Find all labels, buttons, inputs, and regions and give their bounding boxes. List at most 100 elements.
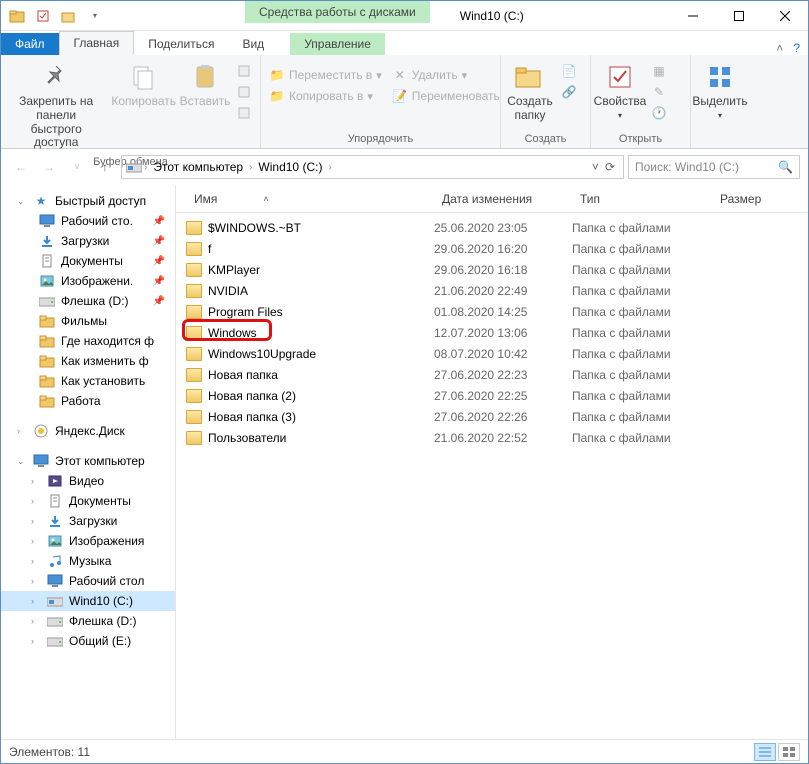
copyto-button[interactable]: 📁Копировать в ▾ (265, 86, 386, 106)
address-field[interactable]: › Этот компьютер › Wind10 (C:) › ˅ ⟳ (121, 155, 624, 179)
folder-icon (39, 313, 55, 329)
nav-quickaccess[interactable]: ⌄ ★ Быстрый доступ (1, 191, 175, 211)
open-sm3[interactable]: 🕐 (647, 103, 671, 123)
sidebar-item[interactable]: Работа (1, 391, 175, 411)
column-headers: Имя˄ Дата изменения Тип Размер (176, 185, 808, 213)
close-button[interactable] (762, 1, 808, 30)
properties-qat-icon[interactable] (33, 6, 53, 26)
tab-share[interactable]: Поделиться (134, 33, 228, 55)
file-row[interactable]: Новая папка (2)27.06.2020 22:25Папка с ф… (176, 385, 808, 406)
sidebar-item[interactable]: ›Документы (1, 491, 175, 511)
sidebar-item[interactable]: ›Wind10 (C:) (1, 591, 175, 611)
file-row[interactable]: KMPlayer29.06.2020 16:18Папка с файлами (176, 259, 808, 280)
newfolder-qat-icon[interactable] (59, 6, 79, 26)
file-row[interactable]: Пользователи21.06.2020 22:52Папка с файл… (176, 427, 808, 448)
qat-dropdown[interactable]: ▾ (85, 6, 105, 26)
sidebar-item[interactable]: Рабочий сто.📌 (1, 211, 175, 231)
rename-button[interactable]: 📝Переименовать (388, 86, 504, 106)
sidebar-item[interactable]: ›Флешка (D:) (1, 611, 175, 631)
nav-up-button[interactable]: ↑ (93, 155, 117, 179)
folder-icon (186, 431, 202, 445)
tab-manage[interactable]: Управление (290, 33, 385, 55)
pin-button[interactable]: Закрепить на панели быстрого доступа (5, 57, 107, 154)
nav-back-button[interactable]: ← (9, 155, 33, 179)
clipboard-sm3[interactable] (232, 103, 256, 123)
sidebar-item[interactable]: Изображени.📌 (1, 271, 175, 291)
new-sm2[interactable]: 🔗 (557, 82, 581, 102)
clipboard-sm1[interactable] (232, 61, 256, 81)
open-sm1[interactable]: ▦ (647, 61, 671, 81)
sidebar-item[interactable]: Как изменить ф (1, 351, 175, 371)
col-type[interactable]: Тип (572, 192, 712, 206)
col-name[interactable]: Имя˄ (186, 192, 434, 206)
paste-icon (189, 61, 221, 93)
properties-button[interactable]: Свойства ▾ (595, 57, 645, 124)
addr-dropdown-icon[interactable]: ˅ (592, 160, 599, 174)
sidebar-item[interactable]: Где находится ф (1, 331, 175, 351)
file-row[interactable]: f29.06.2020 16:20Папка с файлами (176, 238, 808, 259)
search-field[interactable]: Поиск: Wind10 (C:) 🔍 (628, 155, 800, 179)
nav-thispc[interactable]: ⌄ Этот компьютер (1, 451, 175, 471)
caret-icon: › (31, 556, 41, 566)
sidebar-item[interactable]: Фильмы (1, 311, 175, 331)
file-row[interactable]: Program Files01.08.2020 14:25Папка с фай… (176, 301, 808, 322)
folder-icon (186, 368, 202, 382)
paste-button[interactable]: Вставить (180, 57, 230, 113)
tab-home[interactable]: Главная (59, 31, 135, 55)
refresh-icon[interactable]: ⟳ (605, 160, 615, 174)
file-row[interactable]: Новая папка (3)27.06.2020 22:26Папка с ф… (176, 406, 808, 427)
folder-icon (186, 347, 202, 361)
file-row[interactable]: Новая папка27.06.2020 22:23Папка с файла… (176, 364, 808, 385)
nav-yandex[interactable]: › Яндекс.Диск (1, 421, 175, 441)
nav-forward-button[interactable]: → (37, 155, 61, 179)
sidebar-item[interactable]: Документы📌 (1, 251, 175, 271)
sidebar-item[interactable]: ›Рабочий стол (1, 571, 175, 591)
col-date[interactable]: Дата изменения (434, 192, 572, 206)
new-sm1[interactable]: 📄 (557, 61, 581, 81)
sidebar-item-label: Изображени. (61, 274, 133, 288)
copy-button[interactable]: Копировать (109, 57, 178, 113)
drive-icon (47, 633, 63, 649)
breadcrumb-caret[interactable]: › (328, 162, 331, 173)
nav-recent-button[interactable]: ˅ (65, 155, 89, 179)
sidebar-item-label: Где находится ф (61, 334, 154, 348)
help-icon[interactable]: ? (793, 41, 800, 55)
sidebar-item[interactable]: ›Видео (1, 471, 175, 491)
ribbon-collapse-icon[interactable]: ˄ (776, 41, 783, 55)
sidebar-item[interactable]: ›Музыка (1, 551, 175, 571)
view-icons-button[interactable] (778, 743, 800, 761)
folder-icon (186, 389, 202, 403)
clipboard-sm2[interactable] (232, 82, 256, 102)
delete-button[interactable]: ✕Удалить ▾ (388, 65, 504, 85)
tab-file[interactable]: Файл (1, 33, 59, 55)
sidebar-item-label: Рабочий стол (69, 574, 144, 588)
file-row[interactable]: $WINDOWS.~BT25.06.2020 23:05Папка с файл… (176, 217, 808, 238)
select-button[interactable]: Выделить ▾ (695, 57, 745, 124)
file-name: Program Files (208, 305, 283, 319)
col-size[interactable]: Размер (712, 192, 792, 206)
file-type: Папка с файлами (572, 368, 712, 382)
file-row[interactable]: NVIDIA21.06.2020 22:49Папка с файлами (176, 280, 808, 301)
breadcrumb-drive[interactable]: Wind10 (C:) (254, 160, 326, 174)
minimize-button[interactable] (670, 1, 716, 30)
maximize-button[interactable] (716, 1, 762, 30)
sidebar-item[interactable]: ›Изображения (1, 531, 175, 551)
breadcrumb-caret[interactable]: › (144, 162, 147, 173)
file-row[interactable]: Windows12.07.2020 13:06Папка с файлами (176, 322, 808, 343)
sidebar-item[interactable]: Флешка (D:)📌 (1, 291, 175, 311)
breadcrumb-caret[interactable]: › (249, 162, 252, 173)
file-row[interactable]: Windows10Upgrade08.07.2020 10:42Папка с … (176, 343, 808, 364)
view-details-button[interactable] (754, 743, 776, 761)
breadcrumb-pc[interactable]: Этот компьютер (149, 160, 247, 174)
sidebar-item[interactable]: ›Загрузки (1, 511, 175, 531)
sidebar-item[interactable]: Как установить (1, 371, 175, 391)
newfolder-button[interactable]: Создать папку (505, 57, 555, 127)
ribbon-tabs: Файл Главная Поделиться Вид Управление ˄… (1, 31, 808, 55)
caret-icon: ⌄ (17, 456, 27, 467)
sidebar-item[interactable]: ›Общий (E:) (1, 631, 175, 651)
open-sm2[interactable]: ✎ (647, 82, 671, 102)
moveto-button[interactable]: 📁Переместить в ▾ (265, 65, 386, 85)
file-list[interactable]: $WINDOWS.~BT25.06.2020 23:05Папка с файл… (176, 213, 808, 739)
tab-view[interactable]: Вид (228, 33, 278, 55)
sidebar-item[interactable]: Загрузки📌 (1, 231, 175, 251)
